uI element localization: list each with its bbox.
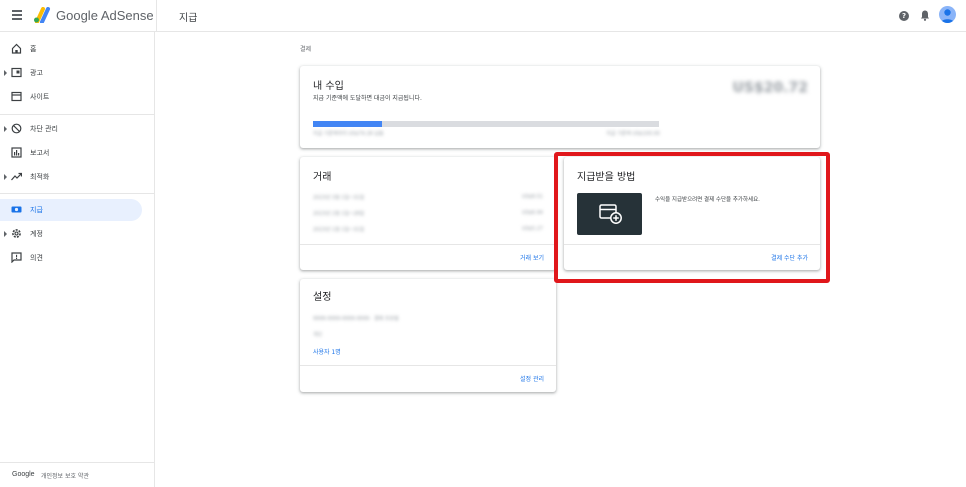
- progress-fill: [313, 121, 383, 127]
- transaction-period: 2023년 1월 1일~31일: [313, 227, 365, 233]
- google-logo: Google: [12, 471, 35, 478]
- sidebar-item-feedback[interactable]: 의견: [0, 247, 142, 269]
- earnings-card: 내 수입 지급 기준액에 도달하면 대금이 지급됩니다. US$20.72 지급…: [300, 66, 820, 148]
- sidebar-item-sites[interactable]: 사이트: [0, 86, 142, 108]
- expand-caret-icon: [4, 126, 7, 132]
- view-transactions-link[interactable]: 거래 보기: [520, 253, 544, 262]
- settings-icon: [12, 229, 21, 238]
- transaction-amount: US$5.27: [521, 226, 543, 232]
- sidebar-item-label: 의견: [30, 254, 43, 262]
- transaction-amount: US$8.51: [521, 194, 543, 200]
- sidebar-item-label: 계정: [30, 230, 43, 238]
- manage-settings-link[interactable]: 설정 관리: [520, 374, 544, 383]
- optimize-icon: [11, 172, 22, 181]
- feedback-icon: [11, 252, 22, 263]
- account-type: 개인: [313, 332, 323, 338]
- sidebar-item-label: 차단 관리: [30, 125, 58, 133]
- sidebar-item-label: 사이트: [30, 93, 50, 101]
- notifications-icon[interactable]: [920, 10, 930, 21]
- header-divider: [156, 0, 157, 32]
- transaction-period: 2023년 2월 1일~28일: [313, 211, 365, 217]
- table-row: 2023년 2월 1일~28일 US$6.94: [313, 210, 543, 220]
- sidebar-item-label: 홈: [30, 45, 37, 53]
- ads-icon: [11, 67, 22, 78]
- top-bar: Google AdSense 지급 ?: [0, 0, 966, 32]
- home-icon: [11, 43, 22, 54]
- adsense-logo: [34, 7, 50, 23]
- sidebar-divider: [0, 114, 154, 115]
- sidebar-item-blocking[interactable]: 차단 관리: [0, 118, 142, 140]
- users-link[interactable]: 사용자 1명: [313, 347, 341, 356]
- progress-remaining-label: 지급 기준액까지 US$79.28 남음: [313, 131, 384, 137]
- account-avatar[interactable]: [939, 6, 956, 23]
- sidebar-divider: [0, 193, 154, 194]
- reports-icon: [11, 147, 22, 158]
- transaction-amount: US$6.94: [521, 210, 543, 216]
- payment-profile-id: 9999-9999-9999-9999 · 결제 프로필: [313, 316, 399, 322]
- expand-caret-icon: [4, 70, 7, 76]
- earnings-title: 내 수입: [313, 81, 344, 92]
- threshold-label: 지급 기준액 US$100.00: [606, 131, 660, 137]
- card-divider: [300, 365, 556, 366]
- menu-icon[interactable]: [12, 10, 22, 20]
- breadcrumb[interactable]: 결제: [300, 44, 311, 53]
- sidebar-item-optimization[interactable]: 최적화: [0, 166, 142, 188]
- earnings-subtitle: 지급 기준액에 도달하면 대금이 지급됩니다.: [313, 95, 422, 102]
- transactions-title: 거래: [313, 172, 332, 183]
- sidebar-item-reports[interactable]: 보고서: [0, 142, 142, 164]
- expand-caret-icon: [4, 231, 7, 237]
- earnings-amount: US$20.72: [732, 80, 808, 96]
- help-icon[interactable]: ?: [899, 11, 909, 21]
- transaction-period: 2023년 3월 1일~31일: [313, 195, 365, 201]
- transactions-card: 거래 2023년 3월 1일~31일 US$8.51 2023년 2월 1일~2…: [300, 157, 556, 270]
- sidebar-item-payments[interactable]: 지급: [0, 199, 142, 221]
- sidebar-item-label: 지급: [30, 206, 43, 214]
- sidebar-item-account[interactable]: 계정: [0, 223, 142, 245]
- sidebar-item-label: 광고: [30, 69, 43, 77]
- sites-icon: [11, 91, 22, 102]
- settings-card: 설정 9999-9999-9999-9999 · 결제 프로필 개인 사용자 1…: [300, 279, 556, 392]
- block-icon: [11, 123, 22, 134]
- settings-title: 설정: [313, 292, 332, 303]
- card-divider: [300, 244, 556, 245]
- table-row: 2023년 1월 1일~31일 US$5.27: [313, 226, 543, 236]
- sidebar-item-ads[interactable]: 광고: [0, 62, 142, 84]
- payments-icon: [11, 206, 22, 213]
- sidebar-footer: Google 개인정보 보호 약관: [0, 462, 154, 487]
- sidebar-item-label: 보고서: [30, 149, 50, 157]
- table-row: 2023년 3월 1일~31일 US$8.51: [313, 194, 543, 204]
- footer-links[interactable]: 개인정보 보호 약관: [41, 471, 89, 480]
- sidebar-item-label: 최적화: [30, 173, 50, 181]
- sidebar-nav: 홈 광고 사이트 차단 관리 보고서 최적화 지급 계정 의견 Google 개…: [0, 32, 155, 487]
- page-title: 지급: [179, 13, 198, 24]
- payment-threshold-progress: [313, 121, 659, 127]
- person-icon: [941, 9, 954, 23]
- brand-name: Google AdSense: [56, 8, 154, 23]
- sidebar-item-home[interactable]: 홈: [0, 38, 142, 60]
- highlight-annotation-box: [554, 152, 830, 283]
- expand-caret-icon: [4, 174, 7, 180]
